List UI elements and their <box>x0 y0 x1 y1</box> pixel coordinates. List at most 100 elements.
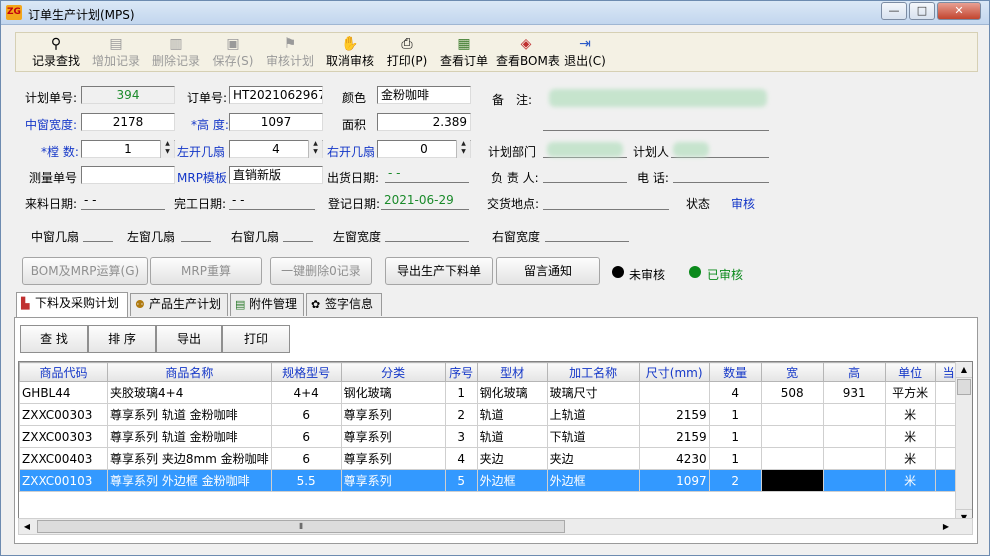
grid-find-button[interactable]: 查 找 <box>20 325 88 353</box>
finish-date-field[interactable]: - - <box>229 192 315 210</box>
column-header[interactable]: 尺寸(mm) <box>638 362 710 382</box>
table-cell[interactable]: 6 <box>270 425 342 448</box>
view-bom-button[interactable]: ◈ 查看BOM表 <box>496 35 560 71</box>
table-cell[interactable]: ZXXC00303 <box>19 425 108 448</box>
table-cell[interactable] <box>822 403 886 426</box>
table-cell[interactable]: 4230 <box>638 447 710 470</box>
table-row[interactable]: ZXXC00303 尊享系列 轨道 金粉咖啡 6 尊享系列 3 轨道 下轨道 2159 1 米 <box>19 425 963 448</box>
grid-print-button[interactable]: 打印 <box>222 325 290 353</box>
minimize-button[interactable]: — <box>881 2 907 20</box>
table-cell[interactable]: 2 <box>708 469 762 492</box>
table-cell[interactable] <box>822 425 886 448</box>
column-header[interactable]: 宽 <box>760 362 824 382</box>
right-open-spin[interactable]: ▲ ▼ <box>456 140 470 158</box>
table-cell[interactable]: 尊享系列 <box>340 447 446 470</box>
column-header[interactable]: 商品名称 <box>107 362 272 382</box>
table-cell[interactable] <box>822 469 886 492</box>
delete-zero-button[interactable]: 一键删除0记录 <box>270 257 372 285</box>
scroll-right-icon[interactable]: ▶ <box>938 519 954 534</box>
table-cell[interactable]: 夹胶玻璃4+4 <box>107 381 272 404</box>
table-row[interactable]: GHBL44 夹胶玻璃4+4 4+4 钢化玻璃 1 钢化玻璃 玻璃尺寸 4 508 931 平方米 <box>19 381 963 404</box>
table-cell[interactable] <box>760 425 824 448</box>
table-row[interactable]: ZXXC00403 尊享系列 夹边8mm 金粉咖啡 6 尊享系列 4 夹边 夹边 4230 1 米 <box>19 447 963 470</box>
mid-count-field[interactable] <box>83 224 113 242</box>
close-button[interactable]: ✕ <box>937 2 981 20</box>
table-cell[interactable]: 玻璃尺寸 <box>546 381 640 404</box>
maximize-button[interactable]: □ <box>909 2 935 20</box>
column-header[interactable]: 分类 <box>340 362 446 382</box>
column-header[interactable]: 加工名称 <box>546 362 640 382</box>
table-cell[interactable] <box>822 447 886 470</box>
table-cell[interactable]: 6 <box>270 403 342 426</box>
table-cell[interactable]: 平方米 <box>884 381 936 404</box>
tab-attachments[interactable]: ▤ 附件管理 <box>230 293 304 316</box>
area-field[interactable]: 2.389 <box>377 113 471 131</box>
table-cell[interactable]: 5 <box>444 469 478 492</box>
scroll-up-icon[interactable]: ▲ <box>956 362 972 378</box>
table-cell[interactable]: 4 <box>708 381 762 404</box>
table-cell[interactable]: 尊享系列 轨道 金粉咖啡 <box>107 425 272 448</box>
tang-spin[interactable]: ▲ ▼ <box>160 140 174 158</box>
phone-field[interactable] <box>673 165 769 183</box>
mid-width-field[interactable]: 2178 <box>81 113 175 131</box>
height-field[interactable]: 1097 <box>229 113 323 131</box>
table-cell[interactable]: 尊享系列 <box>340 469 446 492</box>
cancel-audit-button[interactable]: ✋ 取消审核 <box>322 35 378 71</box>
left-count-field[interactable] <box>181 224 211 242</box>
measure-no-field[interactable] <box>81 166 175 184</box>
table-cell[interactable] <box>638 381 710 404</box>
mrp-recalc-button[interactable]: MRP重算 <box>150 257 262 285</box>
table-cell[interactable]: 4 <box>444 447 478 470</box>
left-open-spin[interactable]: ▲ ▼ <box>308 140 322 158</box>
audit-plan-button[interactable]: ⚑ 审核计划 <box>262 35 318 71</box>
table-cell[interactable]: 508 <box>760 381 824 404</box>
table-cell[interactable]: 下轨道 <box>546 425 640 448</box>
table-cell[interactable]: 4+4 <box>270 381 342 404</box>
ship-date-field[interactable]: - - <box>385 165 469 183</box>
manager-field[interactable] <box>543 165 627 183</box>
vertical-scrollbar[interactable]: ▲ ▼ <box>955 362 972 525</box>
table-cell[interactable]: 2 <box>444 403 478 426</box>
right-count-field[interactable] <box>283 224 313 242</box>
table-cell[interactable]: 夹边 <box>476 447 548 470</box>
table-cell[interactable]: ZXXC00103 <box>19 469 108 492</box>
table-cell[interactable]: 米 <box>884 403 936 426</box>
table-cell[interactable]: 5.5 <box>270 469 342 492</box>
grid-export-button[interactable]: 导出 <box>156 325 222 353</box>
table-cell[interactable]: 尊享系列 <box>340 425 446 448</box>
table-cell[interactable]: 夹边 <box>546 447 640 470</box>
column-header[interactable]: 数量 <box>708 362 762 382</box>
exit-button[interactable]: ⇥ 退出(C) <box>560 35 610 71</box>
table-cell[interactable]: 钢化玻璃 <box>476 381 548 404</box>
column-header[interactable]: 商品代码 <box>19 362 108 382</box>
table-cell[interactable]: 3 <box>444 425 478 448</box>
column-header[interactable]: 高 <box>822 362 886 382</box>
right-width-field[interactable] <box>545 224 629 242</box>
mrp-template-field[interactable]: 直销新版 <box>229 166 323 184</box>
table-cell[interactable]: 轨道 <box>476 425 548 448</box>
table-cell[interactable]: 钢化玻璃 <box>340 381 446 404</box>
table-cell[interactable]: 1 <box>708 403 762 426</box>
table-cell[interactable]: 外边框 <box>546 469 640 492</box>
table-cell[interactable]: 米 <box>884 425 936 448</box>
table-cell[interactable]: 尊享系列 轨道 金粉咖啡 <box>107 403 272 426</box>
delete-record-button[interactable]: ▥ 删除记录 <box>148 35 204 71</box>
table-cell[interactable]: 931 <box>822 381 886 404</box>
grid-sort-button[interactable]: 排 序 <box>88 325 156 353</box>
tab-product-plan[interactable]: ⚉ 产品生产计划 <box>130 293 228 316</box>
view-order-button[interactable]: ▦ 查看订单 <box>436 35 492 71</box>
export-list-button[interactable]: 导出生产下料单 <box>385 257 493 285</box>
save-button[interactable]: ▣ 保存(S) <box>208 35 258 71</box>
tab-material-purchase[interactable]: ▙ 下料及采购计划 <box>16 292 128 317</box>
table-cell[interactable]: GHBL44 <box>19 381 108 404</box>
table-cell[interactable]: 1 <box>444 381 478 404</box>
table-cell[interactable]: 上轨道 <box>546 403 640 426</box>
left-width-field[interactable] <box>385 224 469 242</box>
table-cell[interactable]: 尊享系列 <box>340 403 446 426</box>
order-no-field[interactable]: HT2021062967 <box>229 86 323 104</box>
table-cell[interactable]: 外边框 <box>476 469 548 492</box>
table-cell[interactable]: 尊享系列 外边框 金粉咖啡 <box>107 469 272 492</box>
column-header[interactable]: 型材 <box>476 362 548 382</box>
color-field[interactable]: 金粉咖啡 <box>377 86 471 104</box>
delivery-field[interactable] <box>543 192 669 210</box>
